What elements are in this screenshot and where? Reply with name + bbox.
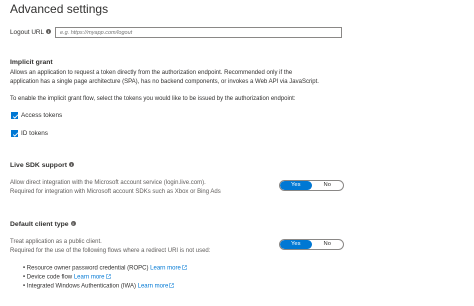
public-client-yes-option[interactable]: Yes: [280, 240, 312, 249]
client-type-heading-text: Default client type: [10, 221, 69, 228]
info-icon[interactable]: i: [69, 162, 75, 167]
bullet-dot: •: [23, 283, 26, 290]
checkmark-icon: [12, 132, 19, 137]
live-sdk-desc-line1: Allow direct integration with the Micros…: [10, 180, 206, 186]
list-item: • Resource owner password credential (RO…: [23, 265, 187, 272]
implicit-grant-desc-line2: application has a single page architectu…: [10, 79, 319, 85]
page-title: Advanced settings: [10, 2, 109, 16]
flow-ropc-text: Resource owner password credential (ROPC…: [26, 265, 149, 272]
live-sdk-yes-option[interactable]: Yes: [280, 181, 312, 190]
live-sdk-heading-text: Live SDK support: [10, 162, 68, 169]
flow-device-code-text: Device code flow: [26, 274, 73, 281]
live-sdk-heading: Live SDK support i: [10, 162, 75, 169]
logout-url-label: Logout URL i: [10, 29, 52, 36]
id-tokens-label[interactable]: ID tokens: [21, 130, 48, 137]
checkmark-icon: [12, 114, 19, 119]
implicit-grant-instruction: To enable the implicit grant flow, selec…: [10, 96, 296, 102]
info-icon[interactable]: i: [46, 29, 52, 34]
info-icon[interactable]: i: [70, 221, 76, 226]
logout-url-input[interactable]: [55, 27, 342, 38]
live-sdk-desc-line2: Required for integration with Microsoft …: [10, 189, 221, 195]
external-link-icon: [182, 265, 187, 270]
implicit-grant-desc-line1: Allows an application to request a token…: [10, 70, 293, 76]
external-link-icon: [105, 274, 111, 279]
learn-more-link-ropc[interactable]: Learn more: [150, 266, 181, 272]
live-sdk-toggle[interactable]: Yes No: [279, 180, 344, 191]
bullet-dot: •: [23, 274, 26, 281]
learn-more-link-device-code[interactable]: Learn more: [74, 275, 105, 281]
learn-more-link-iwa[interactable]: Learn more: [138, 284, 169, 290]
client-type-desc-line1: Treat application as a public client.: [10, 239, 102, 245]
public-client-no-option[interactable]: No: [312, 240, 344, 249]
live-sdk-no-option[interactable]: No: [312, 181, 344, 190]
access-tokens-checkbox[interactable]: [11, 112, 19, 119]
access-tokens-label[interactable]: Access tokens: [21, 112, 62, 119]
logout-url-label-text: Logout URL: [10, 29, 45, 36]
client-type-heading: Default client type i: [10, 221, 76, 228]
id-tokens-checkbox[interactable]: [11, 130, 19, 137]
client-type-desc-line2: Required for the use of the following fl…: [10, 248, 211, 254]
bullet-dot: •: [23, 265, 26, 272]
flow-iwa-text: Integrated Windows Authentication (IWA): [26, 283, 136, 290]
list-item: • Integrated Windows Authentication (IWA…: [23, 283, 175, 290]
list-item: • Device code flow Learn more: [23, 274, 111, 281]
public-client-toggle[interactable]: Yes No: [279, 239, 344, 250]
implicit-grant-heading: Implicit grant: [10, 59, 53, 66]
external-link-icon: [169, 283, 175, 288]
